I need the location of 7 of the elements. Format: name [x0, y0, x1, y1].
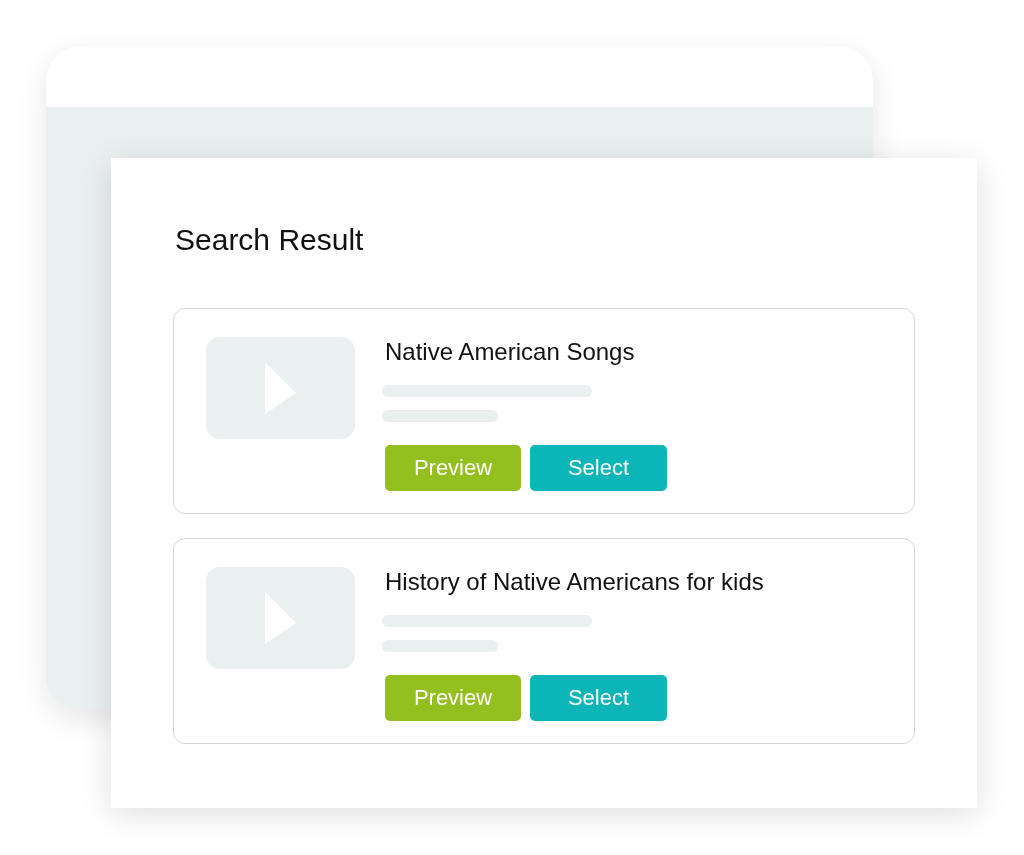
- select-button[interactable]: Select: [530, 675, 667, 721]
- select-button[interactable]: Select: [530, 445, 667, 491]
- result-title: History of Native Americans for kids: [385, 567, 764, 597]
- panel-title: Search Result: [175, 222, 365, 258]
- result-title: Native American Songs: [385, 337, 636, 367]
- preview-button[interactable]: Preview: [385, 675, 521, 721]
- preview-button[interactable]: Preview: [385, 445, 521, 491]
